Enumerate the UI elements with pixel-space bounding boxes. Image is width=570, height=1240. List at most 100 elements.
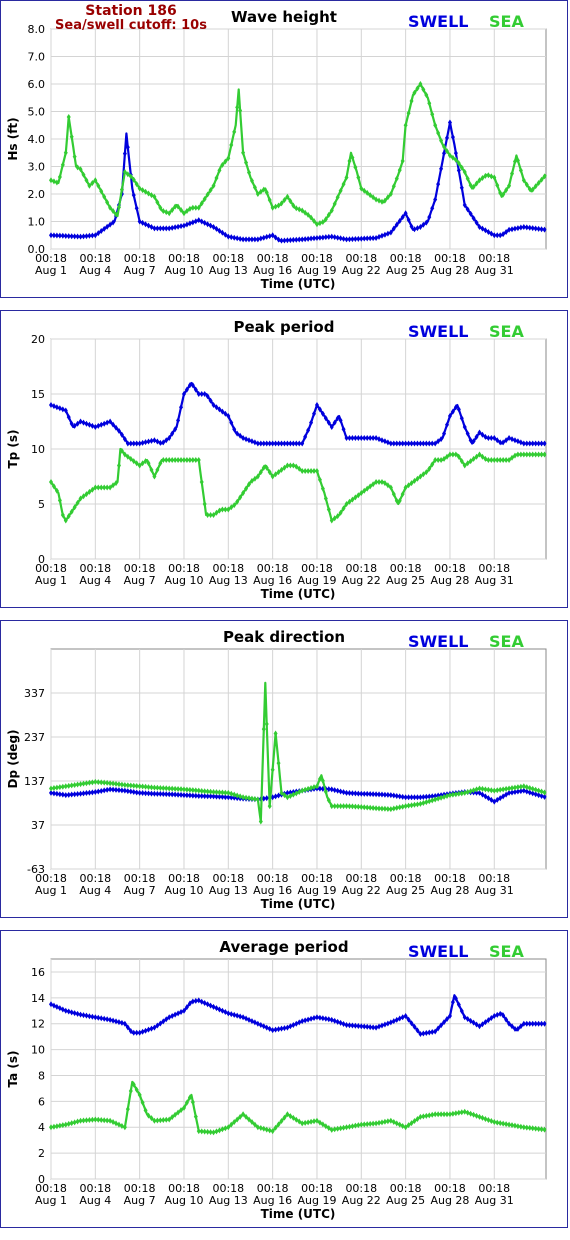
chart-title: Peak period [234,318,335,336]
x-tick-date: Aug 4 [79,574,111,587]
y-tick-label: 237 [24,731,45,744]
x-axis-label: Time (UTC) [261,277,336,291]
x-tick-date: Aug 1 [35,1194,67,1207]
x-tick-date: Aug 1 [35,574,67,587]
x-tick-date: Aug 28 [430,574,469,587]
wave-height-panel: 0.0 1.0 2.0 3.0 4.0 5.0 6.0 7.0 8.0 00:18 Aug 1 00:… [0,0,568,298]
legend-sea: SEA [489,322,524,341]
y-tick-label: 10 [31,443,45,456]
x-tick-date: Aug 4 [79,1194,111,1207]
peak-direction-panel: -63 37 137 237 337 00:18 Aug 1 00:18 Aug 4 00:18 A… [0,620,568,918]
x-axis-label: Time (UTC) [261,897,336,911]
x-tick-date: Aug 16 [253,1194,292,1207]
y-tick-label: 137 [24,775,45,788]
x-tick-date: Aug 19 [297,574,336,587]
x-tick-date: Aug 16 [253,264,292,277]
x-tick-date: Aug 31 [475,884,514,897]
x-tick-date: Aug 19 [297,884,336,897]
x-tick-date: Aug 13 [209,884,248,897]
x-tick-date: Aug 7 [124,264,156,277]
y-axis-label: Tp (s) [6,429,20,468]
y-tick-label: 4 [38,1121,45,1134]
y-axis-label: Hs (ft) [6,117,20,160]
x-tick-date: Aug 7 [124,574,156,587]
x-tick-date: Aug 1 [35,884,67,897]
x-tick-date: Aug 10 [164,574,203,587]
chart-title: Peak direction [223,628,345,646]
y-tick-label: 3.0 [28,161,46,174]
y-tick-label: 8 [38,1069,45,1082]
wave-height-chart: 0.01.02.03.04.05.06.07.08.000:18Aug 100:… [6,3,547,291]
x-tick-date: Aug 22 [342,264,381,277]
y-axis-label: Dp (deg) [6,729,20,788]
plot-area [50,648,547,870]
x-tick-date: Aug 19 [297,264,336,277]
x-tick-date: Aug 4 [79,264,111,277]
x-tick-date: Aug 25 [386,574,425,587]
chart-title: Wave height [231,8,337,26]
y-tick-label: 7.0 [28,51,46,64]
x-tick-date: Aug 28 [430,1194,469,1207]
x-tick-date: Aug 31 [475,574,514,587]
legend-sea: SEA [489,942,524,961]
x-tick-date: Aug 10 [164,1194,203,1207]
x-tick-date: Aug 22 [342,574,381,587]
average-period-chart: 024681012141600:18Aug 100:18Aug 400:18Au… [6,938,547,1221]
chart-title: Average period [219,938,348,956]
x-tick-date: Aug 10 [164,264,203,277]
peak-direction-chart: -633713723733700:18Aug 100:18Aug 400:18A… [6,628,547,911]
y-tick-label: 4.0 [28,133,46,146]
peak-period-panel: 0 5 10 15 20 00:18 Aug 1 00:18 Aug 4 00:18 Aug 7 00… [0,310,568,608]
x-tick-date: Aug 22 [342,884,381,897]
x-tick-date: Aug 25 [386,264,425,277]
y-tick-label: 1.0 [28,216,46,229]
x-tick-date: Aug 4 [79,884,111,897]
x-tick-date: Aug 16 [253,574,292,587]
x-tick-date: Aug 25 [386,1194,425,1207]
legend-swell: SWELL [408,12,469,31]
x-tick-date: Aug 13 [209,574,248,587]
legend-swell: SWELL [408,322,469,341]
y-tick-label: 8.0 [28,23,46,36]
y-tick-label: 5 [38,498,45,511]
x-tick-date: Aug 19 [297,1194,336,1207]
legend-sea: SEA [489,12,524,31]
x-tick-date: Aug 13 [209,1194,248,1207]
x-axis-label: Time (UTC) [261,1207,336,1221]
y-tick-label: 2 [38,1147,45,1160]
x-tick-date: Aug 28 [430,884,469,897]
y-tick-label: 14 [31,992,45,1005]
y-tick-label: 6.0 [28,78,46,91]
y-tick-label: 337 [24,687,45,700]
legend-swell: SWELL [408,632,469,651]
cutoff-note: Sea/swell cutoff: 10s [55,18,207,33]
y-tick-label: 2.0 [28,188,46,201]
y-tick-label: 6 [38,1095,45,1108]
peak-period-chart: 0510152000:18Aug 100:18Aug 400:18Aug 700… [6,318,547,601]
y-tick-label: 10 [31,1044,45,1057]
x-tick-date: Aug 16 [253,884,292,897]
x-tick-date: Aug 31 [475,1194,514,1207]
x-tick-date: Aug 28 [430,264,469,277]
y-tick-label: 12 [31,1018,45,1031]
y-tick-label: 15 [31,388,45,401]
x-tick-date: Aug 22 [342,1194,381,1207]
x-tick-date: Aug 7 [124,884,156,897]
legend-sea: SEA [489,632,524,651]
x-axis-label: Time (UTC) [261,587,336,601]
y-tick-label: 20 [31,333,45,346]
x-tick-date: Aug 1 [35,264,67,277]
y-tick-label: 37 [31,819,45,832]
x-tick-date: Aug 25 [386,884,425,897]
x-tick-date: Aug 31 [475,264,514,277]
y-tick-label: 16 [31,966,45,979]
y-tick-label: 5.0 [28,106,46,119]
x-tick-date: Aug 13 [209,264,248,277]
x-tick-date: Aug 10 [164,884,203,897]
station-name: Station 186 [85,3,176,19]
plot-area [50,958,547,1180]
y-axis-label: Ta (s) [6,1050,20,1087]
legend-swell: SWELL [408,942,469,961]
x-tick-date: Aug 7 [124,1194,156,1207]
average-period-panel: 0 2 4 6 8 10 12 14 16 00:18 Aug 1 00:18 Aug 4 00:18 Au… [0,930,568,1228]
